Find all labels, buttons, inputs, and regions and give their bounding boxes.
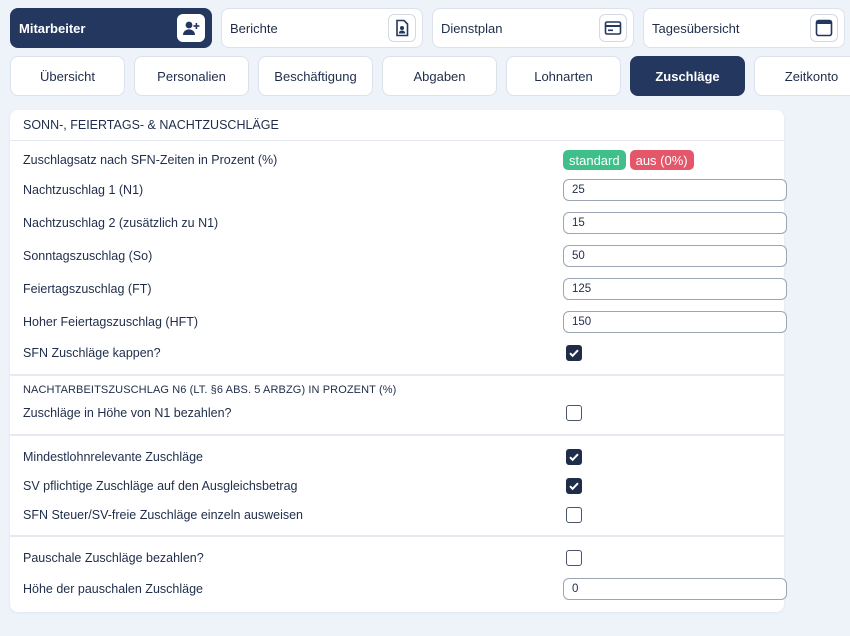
holiday-input[interactable] — [563, 278, 787, 300]
sfn-free-label: SFN Steuer/SV-freie Zuschläge einzeln au… — [23, 508, 304, 522]
sunday-row: Sonntagszuschlag (So) — [23, 244, 787, 268]
tab-zeitkonto[interactable]: Zeitkonto — [754, 56, 850, 96]
pauschal-amount-input[interactable] — [563, 578, 787, 600]
cap-row: SFN Zuschläge kappen? — [23, 341, 776, 365]
n1-row: Nachtzuschlag 1 (N1) — [23, 178, 787, 202]
surcharges-panel: SONN-, FEIERTAGS- & NACHTZUSCHLÄGE Zusch… — [10, 110, 787, 612]
tab-label: Mitarbeiter — [19, 20, 86, 36]
tab-label: Berichte — [230, 20, 278, 36]
holiday-row: Feiertagszuschlag (FT) — [23, 277, 787, 301]
tab-label: Tagesübersicht — [652, 20, 740, 36]
high-holiday-input[interactable] — [563, 311, 787, 333]
window-icon[interactable] — [810, 14, 838, 42]
divider — [10, 535, 784, 537]
cap-checkbox[interactable] — [566, 345, 582, 361]
tab-dienstplan[interactable]: Dienstplan — [432, 8, 634, 48]
calendar-card-icon[interactable] — [599, 14, 627, 42]
n6-pay-row: Zuschläge in Höhe von N1 bezahlen? — [23, 401, 776, 425]
pauschal-label: Pauschale Zuschläge bezahlen? — [23, 551, 204, 565]
pauschal-row: Pauschale Zuschläge bezahlen? — [23, 546, 776, 570]
check-icon — [569, 349, 579, 358]
n6-pay-label: Zuschläge in Höhe von N1 bezahlen? — [23, 406, 232, 420]
tab-tagesuebersicht[interactable]: Tagesübersicht — [643, 8, 845, 48]
rate-row: Zuschlagsatz nach SFN-Zeiten in Prozent … — [23, 148, 776, 172]
divider — [10, 434, 784, 436]
sunday-input[interactable] — [563, 245, 787, 267]
n1-input[interactable] — [563, 179, 787, 201]
tab-abgaben[interactable]: Abgaben — [382, 56, 497, 96]
off-badge[interactable]: aus (0%) — [629, 150, 694, 170]
tab-beschaeftigung[interactable]: Beschäftigung — [258, 56, 373, 96]
mindest-label: Mindestlohnrelevante Zuschläge — [23, 450, 203, 464]
main-tab-bar: Mitarbeiter Berichte Dienstplan Tagesübe… — [10, 8, 845, 48]
n2-input[interactable] — [563, 212, 787, 234]
tab-berichte[interactable]: Berichte — [221, 8, 423, 48]
tab-lohnarten[interactable]: Lohnarten — [506, 56, 621, 96]
pauschal-amount-row: Höhe der pauschalen Zuschläge — [23, 577, 787, 601]
sv-row: SV pflichtige Zuschläge auf den Ausgleic… — [23, 474, 776, 498]
sv-label: SV pflichtige Zuschläge auf den Ausgleic… — [23, 479, 298, 493]
check-icon — [569, 482, 579, 491]
mindest-row: Mindestlohnrelevante Zuschläge — [23, 445, 776, 469]
document-icon[interactable] — [388, 14, 416, 42]
sfn-free-checkbox[interactable] — [566, 507, 582, 523]
panel-title: SONN-, FEIERTAGS- & NACHTZUSCHLÄGE — [10, 110, 784, 141]
check-icon — [569, 453, 579, 462]
mindest-checkbox[interactable] — [566, 449, 582, 465]
tab-mitarbeiter[interactable]: Mitarbeiter — [10, 8, 212, 48]
standard-badge[interactable]: standard — [563, 150, 626, 170]
n6-section-title: NACHTARBEITSZUSCHLAG N6 (LT. §6 ABS. 5 A… — [23, 384, 397, 396]
sv-checkbox[interactable] — [566, 478, 582, 494]
sfn-free-row: SFN Steuer/SV-freie Zuschläge einzeln au… — [23, 503, 776, 527]
pauschal-checkbox[interactable] — [566, 550, 582, 566]
cap-label: SFN Zuschläge kappen? — [23, 346, 161, 360]
tab-personalien[interactable]: Personalien — [134, 56, 249, 96]
tab-label: Dienstplan — [441, 20, 503, 36]
sub-tab-bar: Übersicht Personalien Beschäftigung Abga… — [10, 56, 850, 96]
high-holiday-row: Hoher Feiertagszuschlag (HFT) — [23, 310, 787, 334]
tab-uebersicht[interactable]: Übersicht — [10, 56, 125, 96]
n2-row: Nachtzuschlag 2 (zusätzlich zu N1) — [23, 211, 787, 235]
tab-zuschlaege[interactable]: Zuschläge — [630, 56, 745, 96]
divider — [10, 374, 784, 376]
n6-pay-checkbox[interactable] — [566, 405, 582, 421]
add-user-icon[interactable] — [177, 14, 205, 42]
